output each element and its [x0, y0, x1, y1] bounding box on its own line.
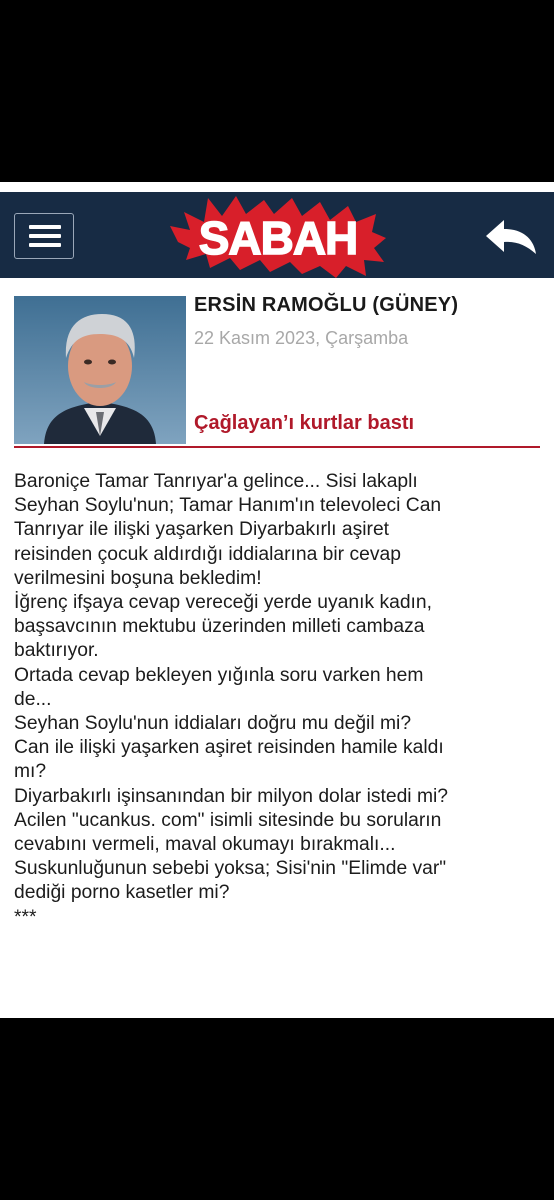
body-line: Acilen "ucankus. com" isimli sitesinde b…: [14, 809, 442, 831]
body-line: baktırıyor.: [14, 640, 99, 662]
author-photo: [14, 296, 186, 444]
article-body: Baroniçe Tamar Tanrıyar'a gelince... Sis…: [14, 470, 544, 930]
back-arrow-icon[interactable]: [482, 214, 540, 258]
body-line: ***: [14, 906, 37, 928]
article-page: SABAH ERSİN RAMOĞLU (GÜNEY) 22 Kasım 202…: [0, 182, 554, 1018]
body-line: dediği porno kasetler mi?: [14, 882, 230, 904]
menu-bar-icon: [29, 234, 61, 238]
body-line: verilmesini boşuna bekledim!: [14, 567, 262, 589]
menu-bar-icon: [29, 225, 61, 229]
site-header: SABAH: [0, 192, 554, 278]
hamburger-menu-button[interactable]: [14, 213, 74, 259]
body-line: de...: [14, 688, 52, 710]
body-line: Tanrıyar ile ilişki yaşarken Diyarbakırl…: [14, 519, 390, 541]
publish-date: 22 Kasım 2023, Çarşamba: [194, 328, 409, 348]
body-line: Seyhan Soylu'nun; Tamar Hanım'ın televol…: [14, 495, 442, 517]
body-line: cevabını vermeli, maval okumayı bırakmal…: [14, 834, 396, 856]
sabah-logo[interactable]: SABAH: [170, 192, 386, 278]
body-line: Seyhan Soylu'nun iddiaları doğru mu deği…: [14, 713, 412, 735]
top-spacer: [0, 182, 554, 192]
menu-bar-icon: [29, 243, 61, 247]
body-line: Ortada cevap bekleyen yığınla soru varke…: [14, 664, 424, 686]
body-line: mı?: [14, 761, 47, 783]
body-line: başsavcının mektubu üzerinden milleti ca…: [14, 616, 425, 638]
body-line: Suskunluğunun sebebi yoksa; Sisi'nin "El…: [14, 858, 447, 880]
logo-text: SABAH: [199, 212, 358, 264]
author-name[interactable]: ERSİN RAMOĞLU (GÜNEY): [194, 294, 458, 317]
body-line: Diyarbakırlı işinsanından bir milyon dol…: [14, 785, 449, 807]
body-line: İğrenç ifşaya cevap vereceği yerde uyanı…: [14, 592, 432, 614]
body-line: Baroniçe Tamar Tanrıyar'a gelince... Sis…: [14, 471, 418, 492]
title-divider: [14, 446, 540, 448]
article-title: Çağlayan’ı kurtlar bastı: [194, 412, 415, 434]
body-line: reisinden çocuk aldırdığı iddialarına bi…: [14, 543, 401, 565]
author-portrait-image: [14, 296, 186, 444]
body-line: Can ile ilişki yaşarken aşiret reisinden…: [14, 737, 444, 759]
